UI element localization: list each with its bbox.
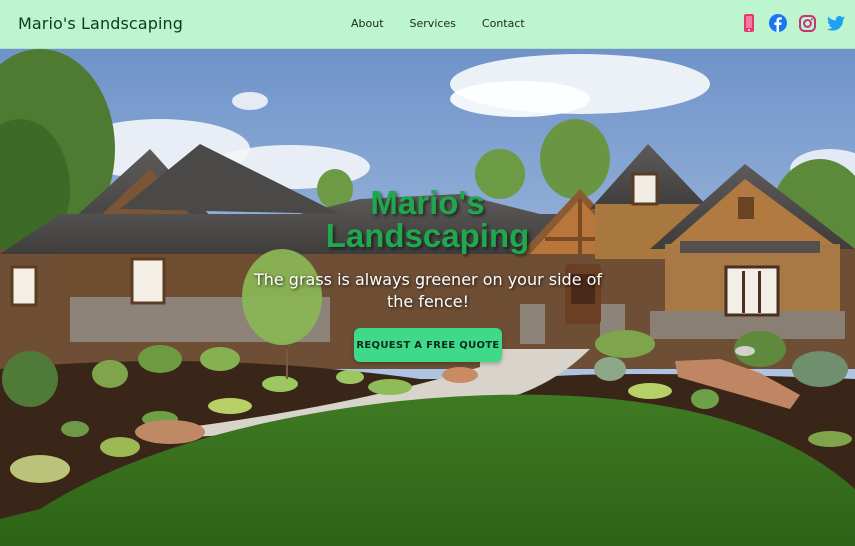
hero-title-line-1: Mario's bbox=[370, 184, 485, 221]
nav-link-contact[interactable]: Contact bbox=[482, 17, 525, 30]
request-quote-button[interactable]: REQUEST A FREE QUOTE bbox=[354, 328, 502, 362]
nav-link-services[interactable]: Services bbox=[410, 17, 456, 30]
brand-logo-text[interactable]: Mario's Landscaping bbox=[18, 14, 183, 33]
hero-title-line-2: Landscaping bbox=[325, 217, 530, 254]
phone-icon[interactable] bbox=[740, 14, 758, 32]
facebook-icon[interactable] bbox=[769, 14, 787, 32]
hero-content: Mario's Landscaping The grass is always … bbox=[0, 49, 855, 546]
nav-links: About Services Contact bbox=[351, 17, 551, 30]
twitter-icon[interactable] bbox=[827, 14, 845, 32]
navbar: Mario's Landscaping About Services Conta… bbox=[0, 0, 855, 49]
nav-link-about[interactable]: About bbox=[351, 17, 384, 30]
instagram-icon[interactable] bbox=[798, 14, 816, 32]
social-links bbox=[729, 14, 845, 32]
hero-title: Mario's Landscaping bbox=[0, 186, 855, 252]
hero-subtitle: The grass is always greener on your side… bbox=[253, 270, 603, 311]
hero-section: Mario's Landscaping The grass is always … bbox=[0, 49, 855, 546]
